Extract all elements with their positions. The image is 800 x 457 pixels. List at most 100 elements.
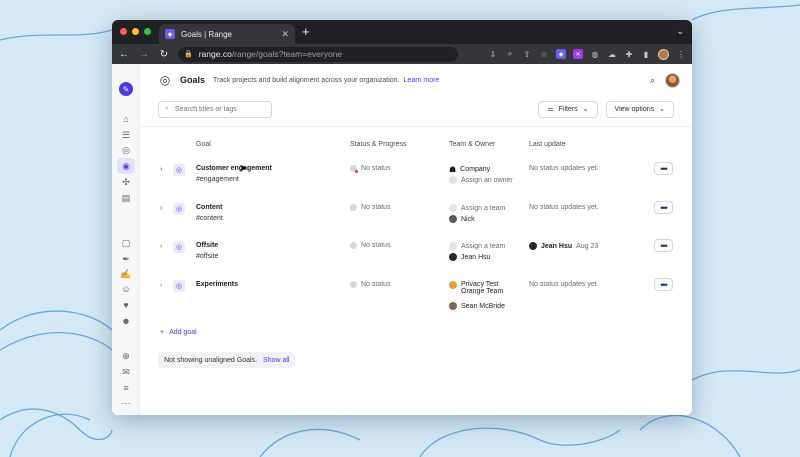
clipboard-icon[interactable]: ▤ bbox=[119, 192, 133, 204]
filters-button[interactable]: ⚌ Filters ⌄ bbox=[538, 100, 598, 118]
forward-arrow-icon[interactable]: → bbox=[138, 49, 150, 60]
extension-globe-icon[interactable]: ◍ bbox=[590, 49, 600, 59]
goal-target-icon: ◎ bbox=[173, 203, 185, 215]
goal-name[interactable]: Experiments bbox=[196, 281, 238, 288]
team-person-icon[interactable]: ☺ bbox=[119, 283, 133, 295]
search-input[interactable] bbox=[174, 105, 261, 113]
side-panel-icon[interactable]: ▮ bbox=[641, 49, 651, 59]
team-pen-icon[interactable]: ✒ bbox=[119, 253, 133, 265]
goal-target-icon: ◎ bbox=[173, 280, 185, 292]
goal-tag[interactable]: #engagement bbox=[196, 176, 239, 183]
team-orange-icon bbox=[449, 281, 457, 289]
goal-tag[interactable]: #offsite bbox=[196, 253, 218, 260]
extension-cloud-icon[interactable]: ☁ bbox=[607, 49, 617, 59]
range-extension-icon[interactable]: ◆ bbox=[556, 49, 566, 59]
goal-row[interactable]: › ◎ Experiments No status Privacy Test O… bbox=[140, 278, 692, 316]
filter-sliders-icon: ⚌ bbox=[547, 106, 554, 113]
list-icon[interactable]: ☰ bbox=[119, 129, 133, 141]
goal-name[interactable]: Content bbox=[196, 204, 222, 211]
view-options-button[interactable]: View options ⌄ bbox=[605, 100, 674, 118]
team-hand-icon[interactable]: ✍ bbox=[119, 268, 133, 280]
chevron-right-icon[interactable]: › bbox=[160, 282, 162, 289]
search-icon: ⌕ bbox=[165, 105, 169, 112]
goal-status[interactable]: No status bbox=[350, 281, 391, 288]
page-title: Goals bbox=[180, 75, 206, 85]
more-options-button[interactable]: ••• bbox=[654, 278, 673, 291]
settings-sliders-icon[interactable]: ≡ bbox=[119, 382, 133, 394]
goal-status[interactable]: No status bbox=[350, 165, 391, 173]
goal-team[interactable]: ☗ Company bbox=[449, 165, 490, 174]
integrations-icon[interactable]: ✣ bbox=[119, 176, 133, 188]
team-heart-icon[interactable]: ♥ bbox=[119, 299, 133, 311]
goal-status[interactable]: No status bbox=[350, 242, 391, 249]
zoom-icon[interactable]: ⌕ bbox=[505, 49, 515, 59]
chevron-right-icon[interactable]: › bbox=[160, 205, 162, 212]
user-avatar[interactable] bbox=[665, 72, 680, 88]
close-tab-icon[interactable]: ✕ bbox=[281, 29, 289, 40]
bookmark-star-icon[interactable]: ☆ bbox=[539, 49, 549, 59]
goals-target-icon: ◎ bbox=[159, 73, 171, 87]
more-options-button[interactable]: ••• bbox=[654, 239, 673, 252]
tab-search-chevron-icon[interactable]: ⌄ bbox=[676, 26, 684, 37]
goal-owner[interactable]: Jean Hsu bbox=[449, 253, 491, 261]
show-all-link[interactable]: Show all bbox=[263, 357, 289, 364]
goal-name[interactable]: Offsite bbox=[196, 242, 218, 249]
new-tab-button[interactable]: + bbox=[302, 25, 310, 38]
install-app-icon[interactable]: ⇩ bbox=[488, 49, 498, 59]
more-options-button[interactable]: ••• bbox=[654, 201, 673, 214]
minimize-window-button[interactable] bbox=[132, 28, 139, 35]
share-icon[interactable]: ⇪ bbox=[522, 49, 532, 59]
status-label: No status bbox=[361, 165, 391, 172]
extension-icon[interactable]: ✕ bbox=[573, 49, 583, 59]
add-person-icon[interactable]: ⊕ bbox=[119, 350, 133, 362]
chevron-right-icon[interactable]: › bbox=[160, 243, 162, 250]
goal-row[interactable]: › ◎ Customer engagement #engagement No s… bbox=[140, 162, 692, 200]
check-circle-icon[interactable]: ◎ bbox=[119, 144, 133, 156]
column-header-team: Team & Owner bbox=[449, 141, 496, 148]
home-icon[interactable]: ⌂ bbox=[119, 113, 133, 125]
learn-more-link[interactable]: Learn more bbox=[404, 77, 440, 84]
goal-row[interactable]: › ◎ Content #content No status Assign a … bbox=[140, 201, 692, 239]
puzzle-extensions-icon[interactable]: ✚ bbox=[624, 49, 634, 59]
team-label: Assign a team bbox=[461, 204, 506, 212]
back-arrow-icon[interactable]: ← bbox=[118, 49, 130, 60]
search-field[interactable]: ⌕ bbox=[158, 100, 272, 118]
goal-owner[interactable]: Sean McBride bbox=[449, 302, 505, 310]
goal-team[interactable]: Privacy Test Orange Team bbox=[449, 281, 509, 295]
goal-name[interactable]: Customer engagement bbox=[196, 165, 272, 172]
goal-team[interactable]: Assign a team bbox=[449, 242, 505, 250]
goals-target-icon[interactable]: ◉ bbox=[117, 158, 135, 174]
goal-status[interactable]: No status bbox=[350, 204, 391, 211]
add-goal-button[interactable]: + Add goal bbox=[160, 329, 197, 336]
chevron-right-icon[interactable]: › bbox=[160, 166, 162, 173]
team-placeholder-avatar bbox=[449, 204, 457, 212]
goal-tag[interactable]: #content bbox=[196, 215, 223, 222]
search-icon[interactable]: ⌕ bbox=[650, 75, 655, 86]
chat-icon[interactable]: ✉ bbox=[119, 366, 133, 378]
tab-title: Goals | Range bbox=[181, 29, 232, 39]
notes-icon[interactable]: ▢ bbox=[119, 237, 133, 249]
profile-avatar[interactable] bbox=[658, 48, 669, 60]
goal-target-icon: ◎ bbox=[173, 164, 185, 176]
people-icon[interactable]: ☻ bbox=[119, 315, 133, 327]
more-icon[interactable]: ⋯ bbox=[119, 397, 133, 409]
maximize-window-button[interactable] bbox=[144, 28, 151, 35]
owner-label: Jean Hsu bbox=[461, 253, 491, 261]
column-header-last-update: Last update bbox=[529, 141, 566, 148]
browser-menu-icon[interactable]: ⋮ bbox=[676, 49, 686, 59]
address-bar[interactable]: 🔒 range.co/range/goals?team=everyone bbox=[178, 46, 458, 62]
goal-last-update: No status updates yet. bbox=[529, 281, 599, 288]
goal-team[interactable]: Assign a team bbox=[449, 204, 505, 212]
range-app: ✎ ⌂ ☰ ◎ ◉ ✣ ▤ ▢ ✒ ✍ ☺ ♥ ☻ ⊕ ✉ ≡ ⋯ ◎ Goal… bbox=[112, 64, 692, 415]
reload-icon[interactable]: ↻ bbox=[158, 49, 170, 60]
goal-owner[interactable]: Nick bbox=[449, 215, 475, 223]
range-favicon-icon: ◆ bbox=[165, 29, 175, 39]
range-logo-icon[interactable]: ✎ bbox=[119, 82, 133, 96]
goal-owner[interactable]: Assign an owner bbox=[449, 176, 513, 184]
close-window-button[interactable] bbox=[120, 28, 127, 35]
team-label: Assign a team bbox=[461, 242, 506, 250]
mouse-cursor-icon: ➤ bbox=[239, 163, 248, 174]
more-options-button[interactable]: ••• bbox=[654, 162, 673, 175]
goal-row[interactable]: › ◎ Offsite #offsite No status Assign a … bbox=[140, 239, 692, 277]
browser-tab[interactable]: ◆ Goals | Range ✕ bbox=[159, 24, 295, 44]
